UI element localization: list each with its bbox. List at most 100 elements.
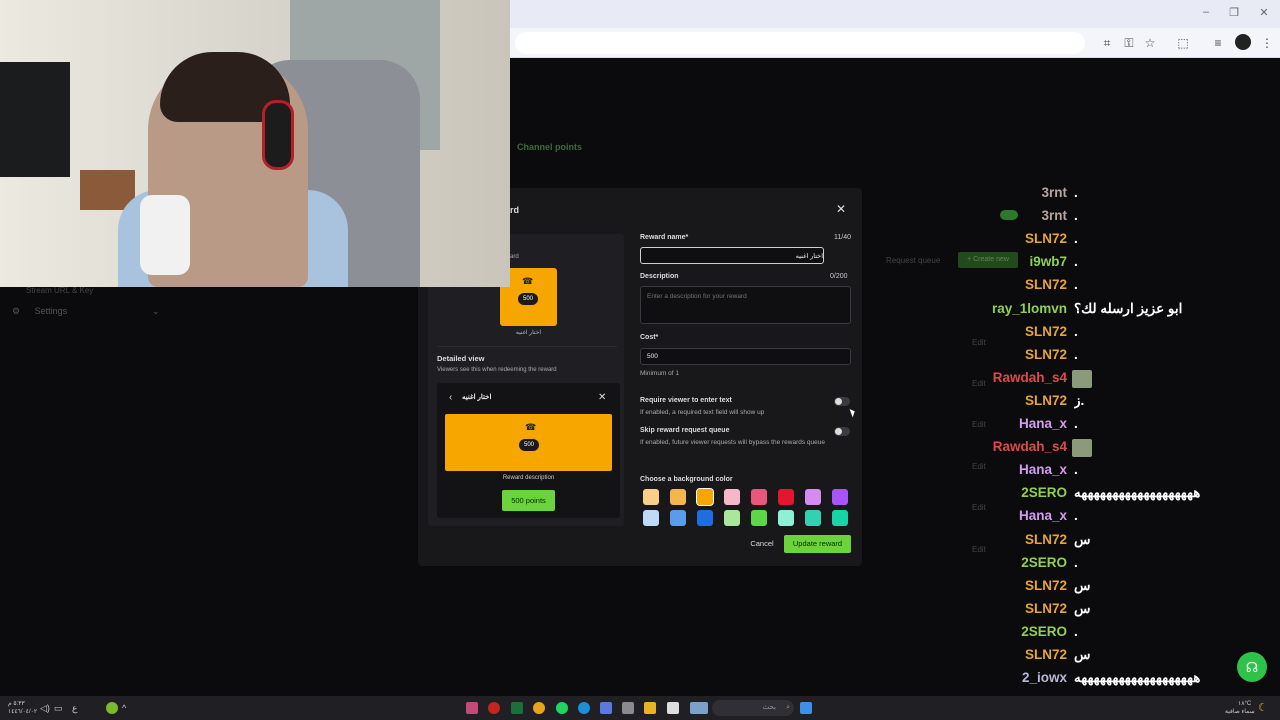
chat-message: SLN72 س — [990, 601, 1280, 621]
edit-button[interactable]: Edit — [972, 462, 986, 471]
color-swatch[interactable] — [751, 510, 767, 526]
chat-username[interactable]: Hana_x — [1019, 462, 1067, 477]
chat-username[interactable]: Hana_x — [1019, 508, 1067, 523]
speaker-icon[interactable]: ◁) — [40, 703, 50, 714]
chat-username[interactable]: ray_1lomvn — [992, 301, 1067, 316]
folder-icon[interactable] — [644, 702, 656, 714]
description-textarea[interactable] — [640, 286, 851, 324]
chat-username[interactable]: SLN72 — [1025, 231, 1067, 246]
chat-message: 2_iowx هههههههههههههههههههه — [990, 670, 1280, 690]
color-swatch[interactable] — [670, 489, 686, 505]
edit-button[interactable]: Edit — [972, 420, 986, 429]
chat-message-text: . — [1074, 208, 1078, 224]
extensions-icon[interactable]: ⬚ — [1174, 34, 1192, 52]
sidebar-item-settings[interactable]: ⚙ Settings ⌄ — [12, 306, 160, 317]
chat-username[interactable]: SLN72 — [1025, 277, 1067, 292]
cancel-button[interactable]: Cancel — [746, 537, 778, 551]
chat-username[interactable]: Rawdah_s4 — [993, 370, 1067, 385]
color-swatch[interactable] — [778, 510, 794, 526]
color-swatch[interactable] — [805, 510, 821, 526]
chat-message-text: هههههههههههههههههههه — [1074, 485, 1201, 501]
color-swatch[interactable] — [778, 489, 794, 505]
edge-icon[interactable] — [578, 702, 590, 714]
chat-username[interactable]: Rawdah_s4 — [993, 439, 1067, 454]
close-window-button[interactable]: ✕ — [1254, 6, 1274, 19]
chat-message: 2SERO. — [990, 624, 1280, 644]
sidebar-item-label: Settings — [34, 306, 68, 316]
edit-button[interactable]: Edit — [972, 338, 986, 347]
key-icon[interactable]: ⚿ — [1120, 34, 1138, 52]
require-text-toggle[interactable] — [834, 397, 850, 406]
color-swatch[interactable] — [724, 489, 740, 505]
chat-username[interactable]: SLN72 — [1025, 347, 1067, 362]
chat-username[interactable]: SLN72 — [1025, 578, 1067, 593]
color-swatch[interactable] — [724, 510, 740, 526]
chat-username[interactable]: SLN72 — [1025, 393, 1067, 408]
spotify-icon[interactable] — [556, 702, 568, 714]
color-swatch[interactable] — [832, 489, 848, 505]
star-icon[interactable]: ☆ — [1141, 34, 1159, 52]
color-swatch[interactable] — [643, 510, 659, 526]
terminal-icon[interactable] — [511, 702, 523, 714]
color-swatch[interactable] — [697, 510, 713, 526]
menu-icon[interactable]: ⋮ — [1258, 34, 1276, 52]
obs-icon[interactable] — [488, 702, 500, 714]
translate-icon[interactable]: ⌗ — [1098, 34, 1116, 52]
sidebar-item-stream-url[interactable]: Stream URL & Key — [26, 286, 93, 295]
app-icon[interactable] — [466, 702, 478, 714]
weather-description: سماء صافية — [1225, 709, 1255, 715]
chat-username[interactable]: 2SERO — [1021, 555, 1067, 570]
chat-username[interactable]: 3rnt — [1041, 185, 1067, 200]
cost-input[interactable] — [640, 348, 851, 365]
color-swatch[interactable] — [751, 489, 767, 505]
profile-icon[interactable] — [1235, 34, 1251, 50]
network-icon[interactable]: ▭ — [54, 703, 63, 714]
calendar-icon[interactable] — [622, 702, 634, 714]
require-text-label: Require viewer to enter text — [640, 397, 732, 404]
edit-button[interactable]: Edit — [972, 545, 986, 554]
reading-list-icon[interactable]: ≡ — [1209, 34, 1227, 52]
vscode-icon[interactable] — [600, 702, 612, 714]
color-swatch[interactable] — [805, 489, 821, 505]
emote-icon — [1072, 439, 1092, 458]
chat-username[interactable]: SLN72 — [1025, 601, 1067, 616]
chat-username[interactable]: 2_iowx — [1022, 670, 1067, 685]
chat-username[interactable]: 2SERO — [1021, 624, 1067, 639]
chrome-icon[interactable] — [533, 702, 545, 714]
update-reward-button[interactable]: Update reward — [784, 535, 851, 553]
widgets-icon[interactable] — [690, 702, 708, 714]
language-icon[interactable]: ع — [72, 703, 77, 714]
chat-username[interactable]: i9wb7 — [1029, 254, 1067, 269]
minimize-button[interactable]: – — [1196, 6, 1216, 18]
chat-message: Hana_x. — [990, 462, 1280, 482]
windows-start-icon[interactable] — [800, 702, 812, 714]
edit-button[interactable]: Edit — [972, 379, 986, 388]
color-swatch[interactable] — [832, 510, 848, 526]
chat-username[interactable]: SLN72 — [1025, 647, 1067, 662]
chat-message: 2SERO هههههههههههههههههههه — [990, 485, 1280, 505]
color-swatch[interactable] — [696, 488, 714, 506]
close-icon[interactable]: ✕ — [834, 202, 848, 216]
detail-reward-banner: ☎ 500 — [445, 414, 612, 471]
chevron-up-icon[interactable]: ^ — [122, 703, 126, 713]
support-chat-icon[interactable]: ☊ — [1237, 652, 1267, 682]
edit-button[interactable]: Edit — [972, 503, 986, 512]
color-swatch[interactable] — [643, 489, 659, 505]
skip-queue-toggle[interactable] — [834, 427, 850, 436]
color-swatch[interactable] — [670, 510, 686, 526]
chat-username[interactable]: 2SERO — [1021, 485, 1067, 500]
reward-name-input[interactable] — [640, 247, 824, 264]
notepad-icon[interactable] — [667, 702, 679, 714]
request-queue-link[interactable]: Request queue — [886, 256, 940, 265]
maximize-button[interactable]: ❐ — [1224, 6, 1244, 19]
chat-username[interactable]: SLN72 — [1025, 532, 1067, 547]
description-label: Description — [640, 273, 679, 280]
chat-username[interactable]: 3rnt — [1041, 208, 1067, 223]
taskbar-search[interactable]: بحث ⌕ — [712, 700, 794, 716]
chat-username[interactable]: SLN72 — [1025, 324, 1067, 339]
chat-username[interactable]: Hana_x — [1019, 416, 1067, 431]
chevron-down-icon: ⌄ — [152, 306, 160, 316]
app-icon[interactable] — [106, 702, 118, 714]
tab-channel-points[interactable]: Channel points — [517, 142, 582, 152]
url-field[interactable] — [515, 32, 1085, 54]
